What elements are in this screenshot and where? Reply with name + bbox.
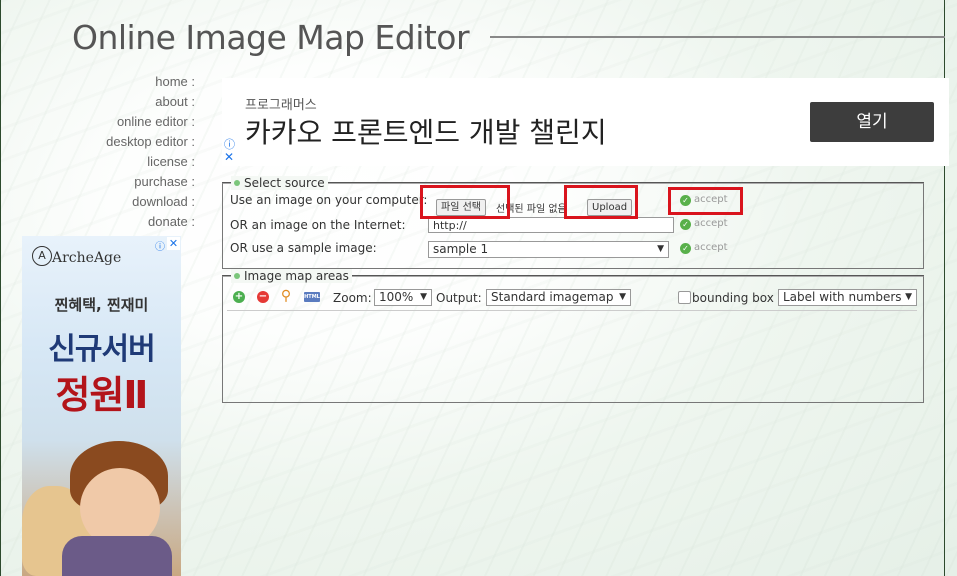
side-ad-line1: 찐혜택, 찐재미 [54, 296, 149, 314]
side-ad-line2: 신규서버 [48, 332, 155, 367]
chevron-down-icon: ▼ [619, 292, 626, 302]
archeage-logo-icon: A [32, 246, 52, 266]
nav-download[interactable]: download : [106, 192, 195, 212]
highlight-accept [668, 187, 743, 215]
zoom-magnifier-icon[interactable]: ⚲ [280, 289, 292, 303]
url-input[interactable]: http:// [428, 217, 674, 233]
highlight-file-select [420, 185, 510, 219]
nav-desktop-editor[interactable]: desktop editor : [106, 132, 195, 152]
page-title: Online Image Map Editor [72, 18, 470, 57]
top-banner-ad[interactable]: 프로그래머스 카카오 프론트엔드 개발 챌린지 열기 ⓘ ✕ [222, 78, 949, 166]
zoom-label: Zoom: [333, 291, 372, 305]
nav-about[interactable]: about : [106, 92, 195, 112]
zoom-select[interactable]: 100% ▼ [374, 289, 432, 306]
sample-image-select[interactable]: sample 1 ▼ [428, 241, 669, 258]
output-select-value: Standard imagemap [491, 290, 614, 304]
image-map-areas-legend-text: Image map areas [244, 269, 349, 283]
chevron-down-icon: ▼ [657, 244, 664, 254]
left-border [0, 0, 1, 576]
add-area-icon[interactable]: + [233, 291, 245, 303]
sample-image-label: OR use a sample image: [230, 241, 377, 255]
bounding-box-checkbox[interactable] [678, 291, 691, 304]
nav-purchase[interactable]: purchase : [106, 172, 195, 192]
image-map-areas-panel: Image map areas + − ⚲ HTML Zoom: 100% ▼ O… [222, 269, 924, 403]
toolbar-separator [227, 310, 917, 311]
delete-area-icon[interactable]: − [257, 291, 269, 303]
label-mode-value: Label with numbers [783, 290, 902, 304]
ad-brand: ArcheAge [52, 250, 122, 266]
select-source-legend-text: Select source [244, 176, 325, 190]
ad-close-icon[interactable]: ✕ [224, 150, 234, 164]
legend-bullet-icon [234, 180, 240, 186]
local-image-label: Use an image on your computer: [230, 193, 428, 207]
output-select[interactable]: Standard imagemap ▼ [486, 289, 631, 306]
bounding-box-label: bounding box [692, 291, 774, 305]
legend-bullet-icon [234, 273, 240, 279]
accept-sample-button[interactable]: ✓ accept [680, 242, 728, 254]
chevron-down-icon: ▼ [905, 292, 912, 302]
html-code-icon[interactable]: HTML [304, 292, 320, 302]
zoom-select-value: 100% [379, 290, 414, 304]
sample-select-value: sample 1 [433, 242, 489, 256]
image-map-areas-legend: Image map areas [231, 269, 352, 283]
check-icon: ✓ [680, 219, 691, 230]
ad-character-body [62, 536, 172, 576]
side-ad-info-icon[interactable]: ⓘ [155, 238, 167, 253]
select-source-panel: Select source Use an image on your compu… [222, 176, 924, 269]
side-ad-close-icon[interactable]: ✕ [167, 237, 180, 250]
side-banner-ad[interactable]: A ArcheAge ⓘ ✕ 찐혜택, 찐재미 신규서버 정원Ⅱ [22, 236, 181, 576]
nav-license[interactable]: license : [106, 152, 195, 172]
nav-donate[interactable]: donate : [106, 212, 195, 232]
title-divider [490, 36, 945, 38]
accept-text: accept [694, 242, 728, 253]
nav-home[interactable]: home : [106, 72, 195, 92]
check-icon: ✓ [680, 243, 691, 254]
chevron-down-icon: ▼ [420, 292, 427, 302]
ad-open-button[interactable]: 열기 [810, 102, 934, 142]
side-ad-line3: 정원Ⅱ [55, 373, 149, 417]
label-mode-select[interactable]: Label with numbers ▼ [778, 289, 917, 306]
highlight-upload [564, 185, 638, 219]
internet-image-label: OR an image on the Internet: [230, 218, 406, 232]
select-source-legend: Select source [231, 176, 328, 190]
main-nav: home : about : online editor : desktop e… [106, 72, 195, 232]
ad-headline: 카카오 프론트엔드 개발 챌린지 [245, 116, 607, 149]
nav-online-editor[interactable]: online editor : [106, 112, 195, 132]
output-label: Output: [436, 291, 482, 305]
accept-url-button[interactable]: ✓ accept [680, 218, 728, 230]
accept-text: accept [694, 218, 728, 229]
